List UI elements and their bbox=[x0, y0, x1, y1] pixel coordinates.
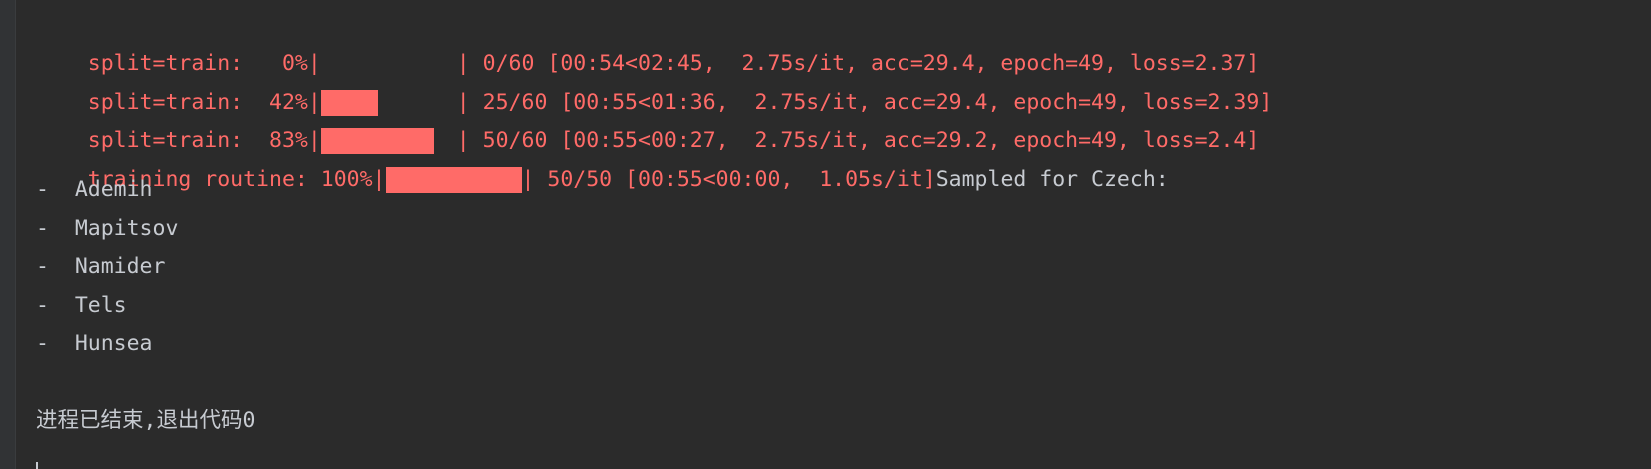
progress-line-train-0: split=train: 0%| | 0/60 [00:54<02:45, 2.7… bbox=[36, 22, 1260, 76]
sample-line: - Ademih bbox=[36, 177, 153, 202]
progress-bar-fill bbox=[385, 167, 522, 193]
sample-line: - Namider bbox=[36, 254, 166, 279]
run-console[interactable]: split=train: 0%| | 0/60 [00:54<02:45, 2.7… bbox=[0, 0, 1651, 469]
sample-line: - Mapitsov bbox=[36, 216, 179, 241]
console-gutter bbox=[0, 0, 16, 469]
sample-line: - Hunsea bbox=[36, 331, 153, 356]
progress-line-training-routine: training routine: 100%| | 50/50 [00:55<00… bbox=[36, 138, 1169, 193]
progress-line-train-42: split=train: 42%| | 25/60 [00:55<01:36, 2… bbox=[36, 61, 1272, 116]
sample-line: - Tels bbox=[36, 293, 127, 318]
exit-message: 进程已结束,退出代码0 bbox=[36, 408, 256, 433]
progress-tail: | 50/50 [00:55<00:00, 1.05s/it] bbox=[521, 167, 936, 192]
progress-line-train-83: split=train: 83%| | 50/60 [00:55<00:27, 2… bbox=[36, 99, 1259, 154]
progress-bar bbox=[385, 166, 522, 194]
sampled-header: Sampled for Czech: bbox=[935, 167, 1169, 192]
text-cursor bbox=[36, 462, 38, 469]
